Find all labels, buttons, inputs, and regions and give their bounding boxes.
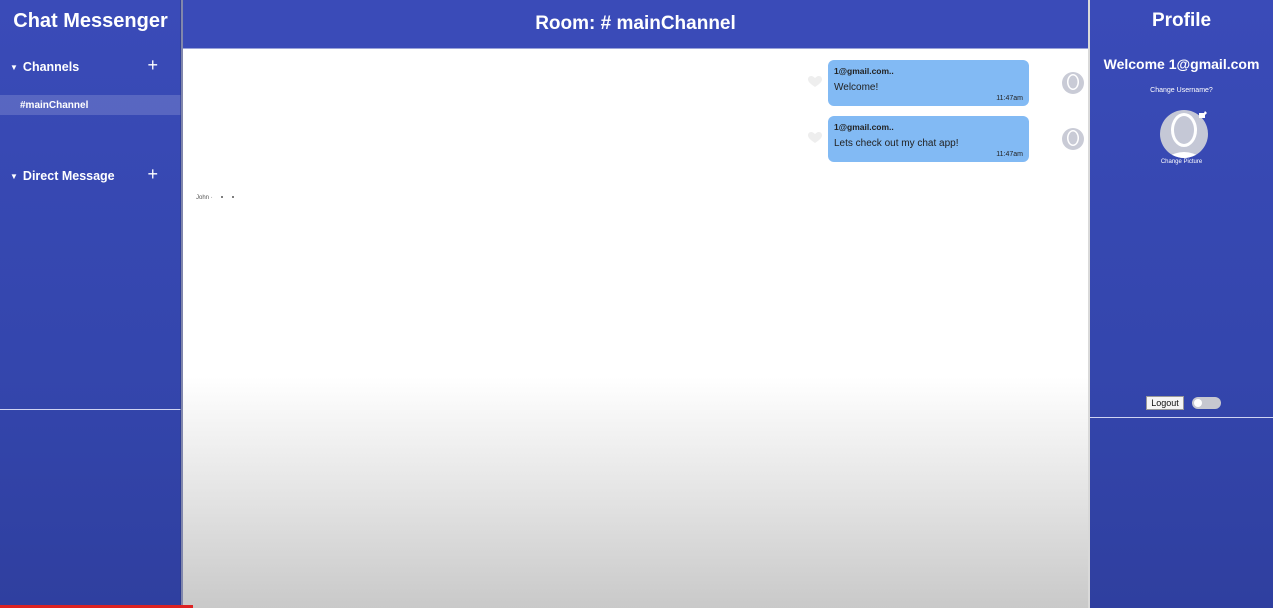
message-bubble: 1@gmail.com.. Welcome! 11:47am <box>828 60 1029 106</box>
left-sidebar: Chat Messenger ▼ Channels + #mainChannel… <box>0 0 181 608</box>
change-username-link[interactable]: Change Username? <box>1090 87 1273 94</box>
direct-message-section-header[interactable]: ▼ Direct Message + <box>10 164 170 186</box>
typing-dot <box>221 196 224 199</box>
heart-icon[interactable] <box>808 76 822 88</box>
user-avatar-icon[interactable] <box>1062 128 1084 150</box>
toggle-knob <box>1194 399 1202 407</box>
message-time: 11:47am <box>996 95 1023 102</box>
profile-title: Profile <box>1151 10 1212 31</box>
channels-label: Channels <box>22 60 80 74</box>
typing-indicator: John · <box>196 195 235 201</box>
change-picture-link[interactable]: Change Picture <box>1090 159 1273 165</box>
sidebar-divider <box>0 409 181 410</box>
chat-main: Room: # mainChannel 1@gmail.com.. Welcom… <box>183 0 1088 608</box>
message-row: 1@gmail.com.. Welcome! 11:47am <box>808 60 1084 106</box>
app-title: Chat Messenger <box>13 10 168 32</box>
right-sidebar: Profile Welcome 1@gmail.com Change Usern… <box>1090 0 1273 608</box>
message-time: 11:47am <box>996 151 1023 158</box>
typing-separator: · <box>210 195 213 201</box>
add-direct-message-button[interactable]: + <box>147 164 158 184</box>
welcome-text: Welcome 1@gmail.com <box>1103 56 1260 72</box>
user-avatar-icon[interactable] <box>1062 72 1084 94</box>
sidebar-item-mainchannel[interactable]: #mainChannel <box>0 95 181 115</box>
profile-divider <box>1090 417 1273 418</box>
theme-toggle[interactable] <box>1192 397 1221 409</box>
typing-user: John <box>196 195 210 201</box>
direct-message-label: Direct Message <box>22 169 115 183</box>
message-text: Welcome! <box>834 82 879 93</box>
sidebar-edge <box>180 0 183 608</box>
channel-label: #mainChannel <box>20 99 89 111</box>
edit-photo-icon[interactable] <box>1198 110 1208 120</box>
heart-icon[interactable] <box>808 132 822 144</box>
chevron-down-icon[interactable]: ▼ <box>10 172 18 181</box>
chevron-down-icon[interactable]: ▼ <box>10 63 18 72</box>
logout-button[interactable]: Logout <box>1146 396 1184 410</box>
channels-section-header[interactable]: ▼ Channels + <box>10 55 170 77</box>
typing-dot <box>232 196 235 199</box>
message-row: 1@gmail.com.. Lets check out my chat app… <box>808 116 1084 162</box>
chat-app: Chat Messenger ▼ Channels + #mainChannel… <box>0 0 1273 608</box>
room-title: Room: # mainChannel <box>183 0 1088 49</box>
message-sender: 1@gmail.com.. <box>834 122 894 132</box>
message-sender: 1@gmail.com.. <box>834 66 894 76</box>
message-bubble: 1@gmail.com.. Lets check out my chat app… <box>828 116 1029 162</box>
message-text: Lets check out my chat app! <box>834 138 959 149</box>
add-channel-button[interactable]: + <box>147 55 158 75</box>
